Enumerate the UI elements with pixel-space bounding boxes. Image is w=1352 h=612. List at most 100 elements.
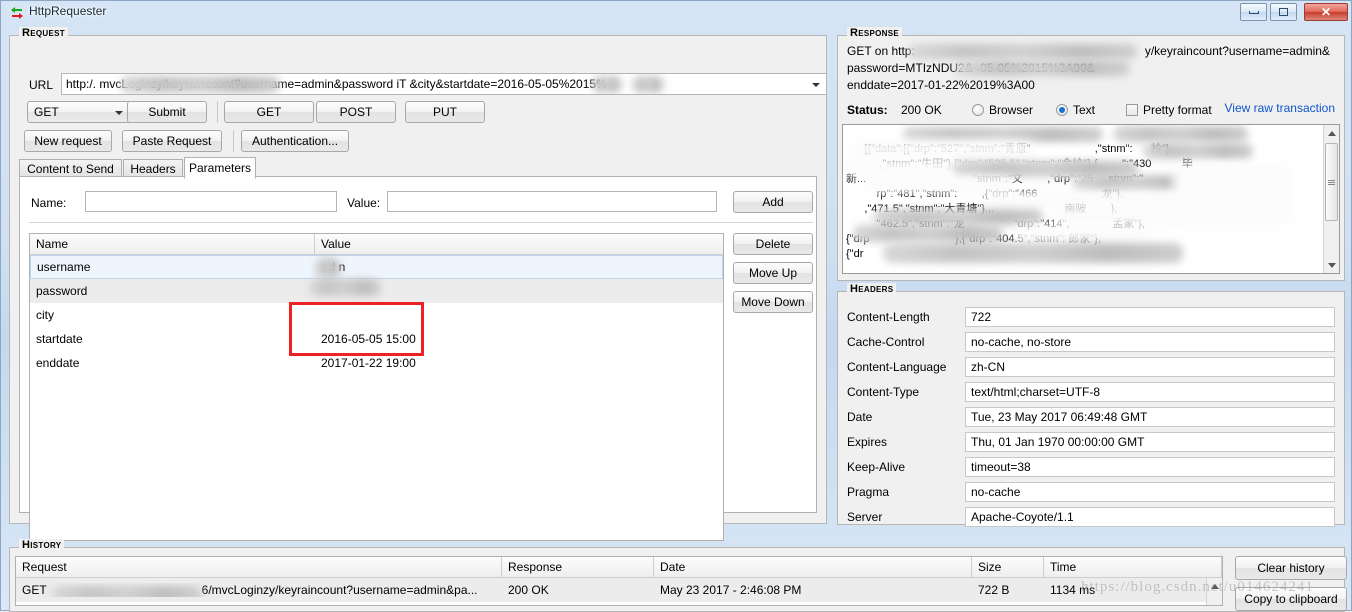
close-icon: ✕ (1320, 5, 1332, 19)
view-mode-text[interactable]: Text (1056, 103, 1095, 117)
table-row[interactable]: username ad n (30, 255, 723, 279)
url-input[interactable]: http:/. mvcLoginzy/keyraincount?username… (61, 73, 827, 95)
view-raw-transaction-link[interactable]: View raw transaction (1225, 101, 1336, 115)
scroll-down-icon[interactable] (1324, 257, 1339, 273)
method-select[interactable]: GET (27, 101, 132, 123)
annotation-red-rectangle (289, 302, 424, 356)
history-scrollbar[interactable] (1206, 578, 1222, 605)
request-panel-label: Request (19, 27, 68, 39)
header-row: Content-Length 722 (837, 305, 1345, 330)
submit-button[interactable]: Submit (127, 101, 207, 123)
response-body-text: [{"data":[{"drp":"527","stnm":"青原" ,"stn… (846, 143, 1193, 260)
column-header-date[interactable]: Date (654, 557, 972, 577)
pretty-format-label: Pretty format (1143, 103, 1212, 117)
table-row[interactable]: password (30, 279, 723, 303)
checkbox-icon (1126, 104, 1138, 116)
column-header-value[interactable]: Value (315, 234, 723, 254)
header-key: Content-Language (847, 360, 947, 374)
response-body[interactable]: [{"data":[{"drp":"527","stnm":"青原" ,"stn… (842, 124, 1340, 274)
history-date-cell: May 23 2017 - 2:46:08 PM (660, 583, 802, 597)
close-button[interactable]: ✕ (1304, 3, 1348, 21)
param-value-input[interactable] (387, 191, 717, 212)
move-down-button[interactable]: Move Down (733, 291, 813, 313)
header-value[interactable]: Tue, 23 May 2017 06:49:48 GMT (965, 407, 1335, 427)
column-header-time[interactable]: Time (1044, 557, 1222, 577)
delete-button[interactable]: Delete (733, 233, 813, 255)
header-key: Pragma (847, 485, 890, 499)
column-header-size[interactable]: Size (972, 557, 1044, 577)
http-arrows-icon (11, 7, 23, 19)
header-row: Content-Type text/html;charset=UTF-8 (837, 380, 1345, 405)
header-value[interactable]: Thu, 01 Jan 1970 00:00:00 GMT (965, 432, 1335, 452)
chevron-down-icon[interactable] (812, 83, 820, 87)
header-value[interactable]: no-cache (965, 482, 1335, 502)
header-row: Content-Language zh-CN (837, 355, 1345, 380)
clear-history-button[interactable]: Clear history (1235, 556, 1347, 580)
toolbar-separator-1 (217, 101, 218, 123)
history-table-header: Request Response Date Size Time (16, 557, 1222, 578)
maximize-button[interactable] (1270, 3, 1297, 21)
header-key: Content-Type (847, 385, 920, 399)
header-value[interactable]: Apache-Coyote/1.1 (965, 507, 1335, 527)
minimize-button[interactable] (1240, 3, 1267, 21)
param-name-input[interactable] (85, 191, 337, 212)
parameters-table-header: Name Value (30, 234, 723, 255)
scroll-up-icon[interactable] (1207, 578, 1222, 594)
tab-parameters[interactable]: Parameters (184, 157, 256, 179)
history-table[interactable]: Request Response Date Size Time GET 6/mv… (15, 556, 1223, 606)
view-mode-browser[interactable]: Browser (972, 103, 1033, 117)
redaction-smudge-body-1 (903, 127, 1103, 142)
minimize-icon (1248, 10, 1259, 14)
paste-request-button[interactable]: Paste Request (122, 130, 222, 152)
header-row: Pragma no-cache (837, 480, 1345, 505)
redaction-smudge-url-pwd2 (632, 76, 664, 93)
header-value[interactable]: timeout=38 (965, 457, 1335, 477)
history-time-cell: 1134 ms (1050, 583, 1096, 597)
authentication-button[interactable]: Authentication... (241, 130, 349, 152)
column-header-name[interactable]: Name (30, 234, 315, 254)
header-value[interactable]: zh-CN (965, 357, 1335, 377)
redaction-smudge-body-2 (1113, 126, 1248, 142)
header-value[interactable]: text/html;charset=UTF-8 (965, 382, 1335, 402)
put-button[interactable]: PUT (405, 101, 485, 123)
header-key: Content-Length (847, 310, 930, 324)
request-tabstrip: Content to Send Headers Parameters (19, 157, 817, 179)
response-summary-line1: GET on http: (847, 44, 915, 58)
header-key: Expires (847, 435, 888, 449)
param-name-label: Name: (31, 196, 67, 210)
scroll-up-icon[interactable] (1324, 125, 1339, 141)
column-header-response[interactable]: Response (502, 557, 654, 577)
history-row[interactable]: GET 6/mvcLoginzy/keyraincount?username=a… (16, 578, 1222, 602)
post-button[interactable]: POST (316, 101, 396, 123)
param-value-label: Value: (347, 196, 381, 210)
url-input-text: http:/. mvcLoginzy/keyraincount?username… (66, 77, 607, 91)
redaction-smudge-resp-host (909, 44, 1137, 59)
response-body-scrollbar[interactable] (1323, 125, 1339, 273)
pretty-format-checkbox[interactable]: Pretty format (1126, 103, 1212, 117)
response-summary: GET on http: y/keyraincount?username=admi… (847, 43, 1333, 94)
get-button[interactable]: GET (224, 101, 314, 123)
grip-icon (1328, 179, 1335, 185)
header-key: Date (847, 410, 873, 424)
add-button[interactable]: Add (733, 191, 813, 213)
response-summary-line2: password=MTIzNDU2& -05-05%2015%3A00& (847, 61, 1095, 75)
scrollbar-thumb[interactable] (1325, 143, 1338, 221)
header-row: Server Apache-Coyote/1.1 (837, 505, 1345, 530)
history-panel-label: History (19, 539, 65, 551)
maximize-icon (1279, 8, 1288, 16)
header-value[interactable]: 722 (965, 307, 1335, 327)
toolbar-separator-2 (233, 130, 234, 152)
header-value[interactable]: no-cache, no-store (965, 332, 1335, 352)
history-size-cell: 722 B (978, 583, 1010, 597)
response-status-label: Status: (847, 103, 888, 117)
move-up-button[interactable]: Move Up (733, 262, 813, 284)
view-mode-text-label: Text (1073, 103, 1096, 117)
new-request-button[interactable]: New request (24, 130, 112, 152)
column-header-request[interactable]: Request (16, 557, 502, 577)
title-bar: HttpRequester ✕ (1, 1, 1352, 24)
copy-to-clipboard-button[interactable]: Copy to clipboard (1235, 587, 1347, 611)
response-status-value: 200 OK (901, 103, 942, 117)
history-request-url: 6/mvcLoginzy/keyraincount?username=admin… (201, 583, 478, 597)
radio-icon (1056, 104, 1068, 116)
parameters-table[interactable]: Name Value username ad n password city s… (29, 233, 724, 541)
